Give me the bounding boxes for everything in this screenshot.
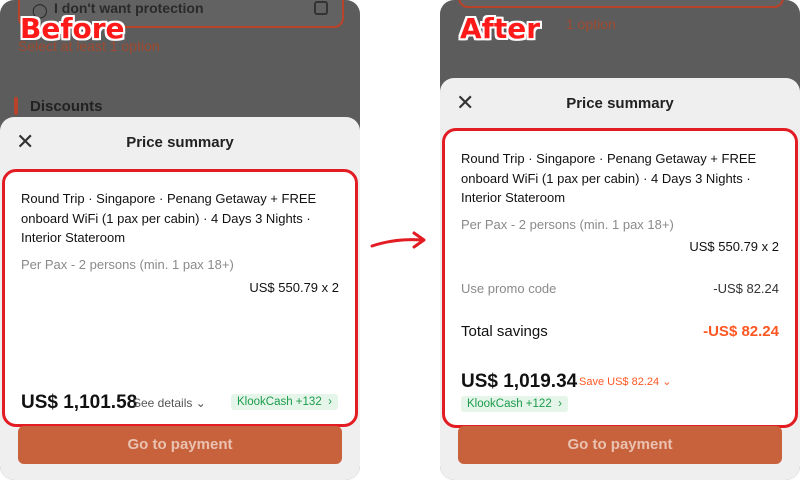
sheet-header: ✕ Price summary xyxy=(0,117,360,169)
go-to-payment-button[interactable]: Go to payment xyxy=(18,426,342,464)
sheet-title: Price summary xyxy=(566,95,674,112)
promo-code-label: Use promo code xyxy=(461,281,557,296)
see-details-label: See details xyxy=(133,396,193,410)
product-name: Round Trip · Singapore · Penang Getaway … xyxy=(21,191,317,245)
promo-code-value: -US$ 82.24 xyxy=(713,281,779,296)
chevron-down-icon: ⌄ xyxy=(662,376,672,388)
unit-price: US$ 550.79 x 2 xyxy=(689,239,779,254)
total-price: US$ 1,101.58 xyxy=(21,392,138,413)
go-to-payment-button[interactable]: Go to payment xyxy=(458,426,782,464)
protection-checkbox[interactable] xyxy=(314,1,328,15)
select-option-text: 1 option xyxy=(566,16,616,32)
per-pax-text: Per Pax - 2 persons (min. 1 pax 18+) xyxy=(21,257,234,272)
total-savings-label: Total savings xyxy=(461,323,548,340)
total-price: US$ 1,019.34 xyxy=(461,371,578,392)
after-phone: 1 option ✕ Price summary Round Trip · Si… xyxy=(440,0,800,480)
klookcash-label: KlookCash +132 xyxy=(237,396,322,408)
klookcash-badge[interactable]: KlookCash +122 › xyxy=(461,396,568,412)
protection-option-box[interactable] xyxy=(458,0,784,8)
discounts-heading: Discounts xyxy=(30,98,103,115)
chevron-right-icon: › xyxy=(328,396,332,408)
per-pax-text: Per Pax - 2 persons (min. 1 pax 18+) xyxy=(461,217,674,232)
product-name: Round Trip · Singapore · Penang Getaway … xyxy=(461,151,757,205)
price-card: Round Trip · Singapore · Penang Getaway … xyxy=(442,128,798,428)
chevron-right-icon: › xyxy=(558,398,562,410)
unit-price: US$ 550.79 x 2 xyxy=(249,280,339,295)
see-details-link[interactable]: See details ⌄ xyxy=(133,396,206,410)
before-label: Before xyxy=(20,12,125,45)
section-bar xyxy=(14,97,18,115)
after-label: After xyxy=(460,12,541,45)
price-card: Round Trip · Singapore · Penang Getaway … xyxy=(2,169,358,427)
sheet-header: ✕ Price summary xyxy=(440,78,800,130)
arrow-right-icon xyxy=(370,231,426,249)
comparison-stage: ◯ I don't want protection Select at leas… xyxy=(0,0,800,480)
save-amount-label: Save US$ 82.24 xyxy=(579,376,660,388)
klookcash-badge[interactable]: KlookCash +132 › xyxy=(231,394,338,410)
total-savings-value: -US$ 82.24 xyxy=(703,323,779,340)
chevron-down-icon: ⌄ xyxy=(195,396,206,410)
klookcash-label: KlookCash +122 xyxy=(467,398,552,410)
before-phone: ◯ I don't want protection Select at leas… xyxy=(0,0,360,480)
sheet-title: Price summary xyxy=(126,134,234,151)
save-amount-link[interactable]: Save US$ 82.24 ⌄ xyxy=(579,375,671,388)
